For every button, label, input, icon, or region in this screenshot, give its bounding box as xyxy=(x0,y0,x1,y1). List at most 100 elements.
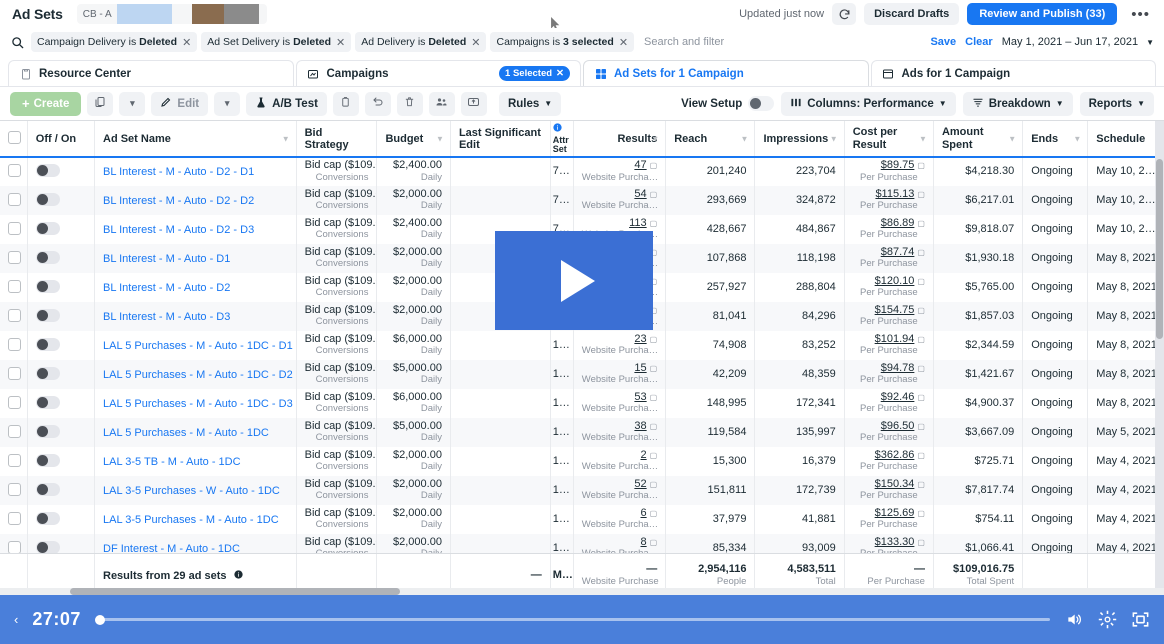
row-checkbox[interactable] xyxy=(8,511,21,525)
row-toggle-switch[interactable] xyxy=(35,366,60,380)
edit-dropdown-button[interactable]: ▾ xyxy=(214,91,241,116)
row-ad-set-name-cell[interactable]: LAL 5 Purchases - M - Auto - 1DC - D1 xyxy=(94,331,297,360)
table-row[interactable]: LAL 3-5 Purchases - W - Auto - 1DC Bid ca… xyxy=(0,476,1164,505)
tab-ads[interactable]: Ads for 1 Campaign xyxy=(870,60,1156,86)
filter-chip[interactable]: Campaigns is 3 selected ✕ xyxy=(490,32,635,52)
tab-resource-center[interactable]: Resource Center xyxy=(8,60,294,86)
sort-caret-icon[interactable]: ▼ xyxy=(282,134,290,143)
gear-icon[interactable] xyxy=(1098,610,1117,629)
header-select-all[interactable] xyxy=(0,121,28,158)
ad-set-name-link[interactable]: LAL 3-5 Purchases - W - Auto - 1DC xyxy=(103,485,280,497)
edit-button[interactable]: Edit xyxy=(151,91,209,116)
row-toggle-switch[interactable] xyxy=(35,453,60,467)
row-ad-set-name-cell[interactable]: LAL 3-5 Purchases - M - Auto - 1DC xyxy=(94,505,297,534)
row-results-cell[interactable]: 2 ▢ Website Purcha… xyxy=(573,447,667,476)
row-onoff-cell[interactable] xyxy=(27,157,96,186)
table-row[interactable]: LAL 3-5 Purchases - M - Auto - 1DC Bid ca… xyxy=(0,505,1164,534)
row-ad-set-name-cell[interactable]: BL Interest - M - Auto - D3 xyxy=(94,302,297,331)
row-toggle-switch[interactable] xyxy=(35,337,60,351)
ad-set-name-link[interactable]: LAL 5 Purchases - M - Auto - 1DC - D1 xyxy=(103,340,293,352)
row-results-cell[interactable]: 6 ▢ Website Purcha… xyxy=(573,505,667,534)
header-amount-spent[interactable]: Amount Spent ▼ xyxy=(933,121,1024,158)
account-name-field[interactable]: CB - A xyxy=(76,4,267,24)
row-toggle-switch[interactable] xyxy=(35,250,60,264)
row-toggle-switch[interactable] xyxy=(35,164,60,177)
ad-set-name-link[interactable]: LAL 3-5 TB - M - Auto - 1DC xyxy=(103,456,241,468)
ad-set-name-link[interactable]: LAL 5 Purchases - M - Auto - 1DC xyxy=(103,427,269,439)
row-ad-set-name-cell[interactable]: BL Interest - M - Auto - D2 - D1 xyxy=(94,157,297,186)
row-results-cell[interactable]: 52 ▢ Website Purcha… xyxy=(573,476,667,505)
row-cost-per-result-cell[interactable]: $87.74 ▢ Per Purchase xyxy=(844,244,934,273)
row-cost-per-result-cell[interactable]: $94.78 ▢ Per Purchase xyxy=(844,360,934,389)
more-options-button[interactable]: ••• xyxy=(1125,6,1156,23)
header-last-significant-edit[interactable]: Last Significant Edit xyxy=(450,121,551,158)
export-button[interactable] xyxy=(460,91,487,116)
row-ad-set-name-cell[interactable]: LAL 5 Purchases - M - Auto - 1DC xyxy=(94,418,297,447)
tab-ad-sets[interactable]: Ad Sets for 1 Campaign xyxy=(583,60,869,86)
row-checkbox-cell[interactable] xyxy=(0,302,28,331)
row-toggle-switch[interactable] xyxy=(35,308,60,322)
row-onoff-cell[interactable] xyxy=(27,215,96,244)
search-input[interactable]: Search and filter xyxy=(644,36,724,48)
row-checkbox[interactable] xyxy=(8,540,21,554)
row-checkbox-cell[interactable] xyxy=(0,389,28,418)
row-cost-per-result-cell[interactable]: $92.46 ▢ Per Purchase xyxy=(844,389,934,418)
table-row[interactable]: BL Interest - M - Auto - D2 - D1 Bid cap … xyxy=(0,157,1164,186)
row-checkbox[interactable] xyxy=(8,192,21,206)
row-checkbox[interactable] xyxy=(8,395,21,409)
horizontal-scrollbar-thumb[interactable] xyxy=(70,588,400,595)
header-ends[interactable]: Ends ▼ xyxy=(1022,121,1089,158)
header-reach[interactable]: Reach ▼ xyxy=(665,121,756,158)
header-ad-set-name[interactable]: Ad Set Name ▼ xyxy=(94,121,297,158)
revert-button[interactable] xyxy=(364,91,391,116)
row-checkbox-cell[interactable] xyxy=(0,186,28,215)
volume-icon[interactable] xyxy=(1064,611,1084,628)
row-checkbox-cell[interactable] xyxy=(0,476,28,505)
delete-button[interactable] xyxy=(396,91,423,116)
row-cost-per-result-cell[interactable]: $115.13 ▢ Per Purchase xyxy=(844,186,934,215)
row-results-cell[interactable]: 15 ▢ Website Purcha… xyxy=(573,360,667,389)
row-ad-set-name-cell[interactable]: LAL 5 Purchases - M - Auto - 1DC - D2 xyxy=(94,360,297,389)
row-checkbox[interactable] xyxy=(8,279,21,293)
row-checkbox-cell[interactable] xyxy=(0,157,28,186)
date-range-picker[interactable]: May 1, 2021 – Jun 17, 2021 ▼ xyxy=(1002,36,1154,48)
table-row[interactable]: LAL 3-5 TB - M - Auto - 1DC Bid cap ($109… xyxy=(0,447,1164,476)
video-progress-handle[interactable] xyxy=(94,614,105,625)
row-onoff-cell[interactable] xyxy=(27,476,96,505)
row-results-cell[interactable]: 53 ▢ Website Purcha… xyxy=(573,389,667,418)
row-checkbox[interactable] xyxy=(8,164,21,177)
row-toggle-switch[interactable] xyxy=(35,192,60,206)
ad-set-name-link[interactable]: BL Interest - M - Auto - D2 xyxy=(103,282,230,294)
audience-button[interactable] xyxy=(428,91,455,116)
sort-caret-icon[interactable]: ▼ xyxy=(436,134,444,143)
header-impressions[interactable]: Impressions ▼ xyxy=(754,121,845,158)
video-play-overlay[interactable] xyxy=(495,231,653,330)
row-checkbox-cell[interactable] xyxy=(0,360,28,389)
row-ad-set-name-cell[interactable]: BL Interest - M - Auto - D2 xyxy=(94,273,297,302)
reports-button[interactable]: Reports ▼ xyxy=(1079,91,1154,116)
row-results-cell[interactable]: 47 ▢ Website Purcha… xyxy=(573,157,667,186)
info-icon[interactable] xyxy=(233,570,243,582)
row-cost-per-result-cell[interactable]: $120.10 ▢ Per Purchase xyxy=(844,273,934,302)
table-row[interactable]: LAL 5 Purchases - M - Auto - 1DC Bid cap … xyxy=(0,418,1164,447)
row-onoff-cell[interactable] xyxy=(27,360,96,389)
copy-button[interactable] xyxy=(332,91,359,116)
row-checkbox[interactable] xyxy=(8,337,21,351)
row-toggle-switch[interactable] xyxy=(35,221,60,235)
row-results-cell[interactable]: 54 ▢ Website Purcha… xyxy=(573,186,667,215)
row-onoff-cell[interactable] xyxy=(27,418,96,447)
row-ad-set-name-cell[interactable]: LAL 5 Purchases - M - Auto - 1DC - D3 xyxy=(94,389,297,418)
row-checkbox-cell[interactable] xyxy=(0,505,28,534)
sort-caret-icon[interactable]: ▼ xyxy=(1073,134,1081,143)
fullscreen-icon[interactable] xyxy=(1131,610,1150,629)
columns-button[interactable]: Columns: Performance ▼ xyxy=(781,91,956,116)
filter-chip-remove-icon[interactable]: ✕ xyxy=(471,36,480,49)
row-checkbox-cell[interactable] xyxy=(0,418,28,447)
review-and-publish-button[interactable]: Review and Publish (33) xyxy=(967,3,1118,25)
filter-chip-container[interactable]: Campaign Delivery is Deleted ✕ Ad Set De… xyxy=(31,30,931,54)
row-cost-per-result-cell[interactable]: $125.69 ▢ Per Purchase xyxy=(844,505,934,534)
row-onoff-cell[interactable] xyxy=(27,331,96,360)
row-checkbox-cell[interactable] xyxy=(0,273,28,302)
vertical-scrollbar-thumb[interactable] xyxy=(1156,159,1163,339)
row-checkbox[interactable] xyxy=(8,308,21,322)
